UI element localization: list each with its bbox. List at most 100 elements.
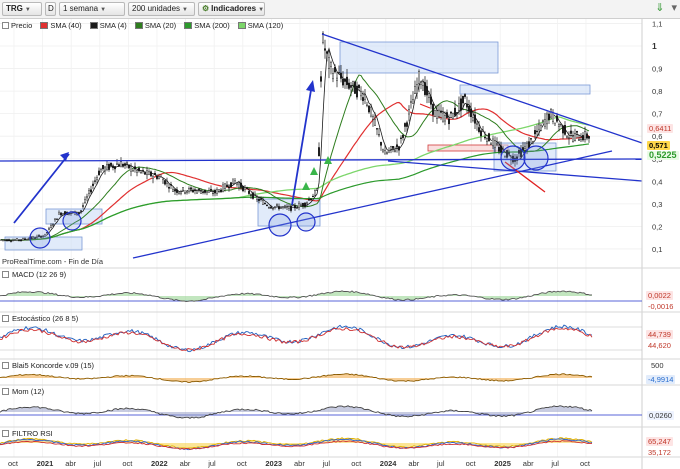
- candle-body: [312, 195, 314, 198]
- candle-body: [272, 208, 274, 210]
- candle-body: [148, 171, 150, 175]
- legend-sma4[interactable]: SMA (4): [89, 21, 127, 30]
- candle-body: [456, 112, 458, 114]
- period-selector[interactable]: 1 semana ▼: [59, 2, 125, 16]
- candle-body: [344, 78, 346, 82]
- panel-label-blai[interactable]: Blai5 Koncorde v.09 (15): [2, 361, 94, 370]
- time-tick-label: 2022: [151, 459, 168, 468]
- candle-body: [270, 206, 272, 209]
- candle-body: [166, 181, 168, 184]
- candle-body: [388, 150, 390, 153]
- candle-body: [220, 189, 222, 193]
- candle-body: [14, 239, 16, 241]
- candle-body: [438, 109, 440, 117]
- chevron-down-icon: ▼: [258, 7, 265, 13]
- candle-body: [578, 139, 580, 141]
- candle-body: [182, 187, 184, 191]
- swatch-icon: [237, 22, 246, 29]
- candle-body: [450, 111, 452, 114]
- candle-body: [542, 119, 544, 122]
- time-tick-label: oct: [351, 459, 362, 468]
- legend-sma200-label: SMA (200): [194, 21, 230, 30]
- candle-body: [6, 239, 8, 242]
- candle-body: [536, 130, 538, 133]
- candle-body: [470, 108, 472, 118]
- candle-body: [408, 109, 410, 115]
- candle-body: [468, 106, 470, 112]
- candle-body: [196, 190, 198, 194]
- candle-body: [8, 239, 10, 241]
- candle-body: [54, 218, 56, 220]
- candle-body: [398, 146, 400, 151]
- candle-body: [60, 212, 62, 216]
- candle-body: [144, 172, 146, 175]
- panel-label-mom[interactable]: Mom (12): [2, 387, 44, 396]
- candle-body: [568, 137, 570, 139]
- panel-label-rsi[interactable]: FILTRO RSI: [2, 429, 53, 438]
- candle-body: [580, 138, 582, 142]
- candle-body: [190, 187, 192, 190]
- candle-body: [10, 240, 12, 242]
- candle-body: [152, 176, 154, 179]
- candle-body: [62, 213, 64, 216]
- candle-body: [80, 210, 82, 212]
- blai-value-top: 500: [651, 361, 664, 370]
- candle-body: [334, 67, 336, 73]
- candle-body: [174, 189, 176, 192]
- legend-sma40[interactable]: SMA (40): [40, 21, 82, 30]
- ticker-selector[interactable]: TRG ▼: [2, 2, 42, 16]
- panel-label-macd[interactable]: MACD (12 26 9): [2, 270, 66, 279]
- legend-price-label: Precio: [11, 21, 33, 30]
- candle-body: [498, 147, 500, 152]
- legend-sma20[interactable]: SMA (20): [134, 21, 176, 30]
- candle-body: [164, 180, 166, 185]
- candle-body: [392, 145, 394, 149]
- candle-body: [386, 152, 388, 155]
- candle-body: [308, 199, 310, 201]
- stoch-d-line: [0, 327, 593, 352]
- candle-body: [582, 135, 584, 141]
- legend-sma200[interactable]: SMA (200): [184, 21, 230, 30]
- candle-body: [306, 202, 308, 205]
- candle-body: [170, 184, 172, 186]
- candle-body: [94, 180, 96, 182]
- legend-sma120[interactable]: SMA (120): [237, 21, 283, 30]
- time-tick-label: 2024: [380, 459, 398, 468]
- candle-body: [430, 96, 432, 105]
- price-tag-sma40: 0,6411: [647, 124, 674, 133]
- candle-body: [550, 109, 552, 118]
- candle-body: [492, 138, 494, 147]
- settings-icon[interactable]: ▾: [671, 1, 677, 14]
- candle-body: [118, 164, 120, 167]
- candle-body: [90, 189, 92, 193]
- candle-body: [416, 84, 418, 94]
- candle-body: [418, 71, 420, 84]
- legend-price[interactable]: Precio: [2, 21, 32, 30]
- rsi-label: FILTRO RSI: [12, 429, 53, 438]
- candle-body: [466, 103, 468, 108]
- candle-body: [424, 82, 426, 95]
- mode-button[interactable]: D: [45, 2, 56, 16]
- panel-label-stoch[interactable]: Estocástico (26 8 5): [2, 314, 78, 323]
- download-icon[interactable]: ⇓: [655, 1, 664, 14]
- legend-sma40-label: SMA (40): [50, 21, 82, 30]
- price-tick-label: 0,1: [652, 245, 662, 254]
- candle-body: [0, 239, 2, 241]
- candle-body: [296, 207, 298, 209]
- candle-body: [234, 180, 236, 184]
- time-axis[interactable]: oct 2021 abr jul oct 2022 abr jul oct 2023 abr jul o…: [8, 459, 591, 468]
- candle-body: [460, 98, 462, 111]
- candle-body: [340, 72, 342, 79]
- candle-body: [370, 107, 372, 117]
- candle-body: [108, 164, 110, 170]
- price-axis[interactable]: 1,110,90,80,70,60,50,40,30,20,1: [641, 19, 680, 469]
- units-selector[interactable]: 200 unidades ▼: [128, 2, 195, 16]
- price-chart[interactable]: [0, 19, 643, 457]
- units-label: 200 unidades: [132, 4, 181, 13]
- time-tick-label: abr: [180, 459, 191, 468]
- candle-body: [192, 190, 194, 193]
- macd-value-2: -0,0016: [648, 302, 674, 311]
- candle-body: [522, 147, 524, 151]
- time-tick-label: abr: [523, 459, 534, 468]
- indicators-button[interactable]: ⚙ Indicadores ▼: [198, 2, 265, 16]
